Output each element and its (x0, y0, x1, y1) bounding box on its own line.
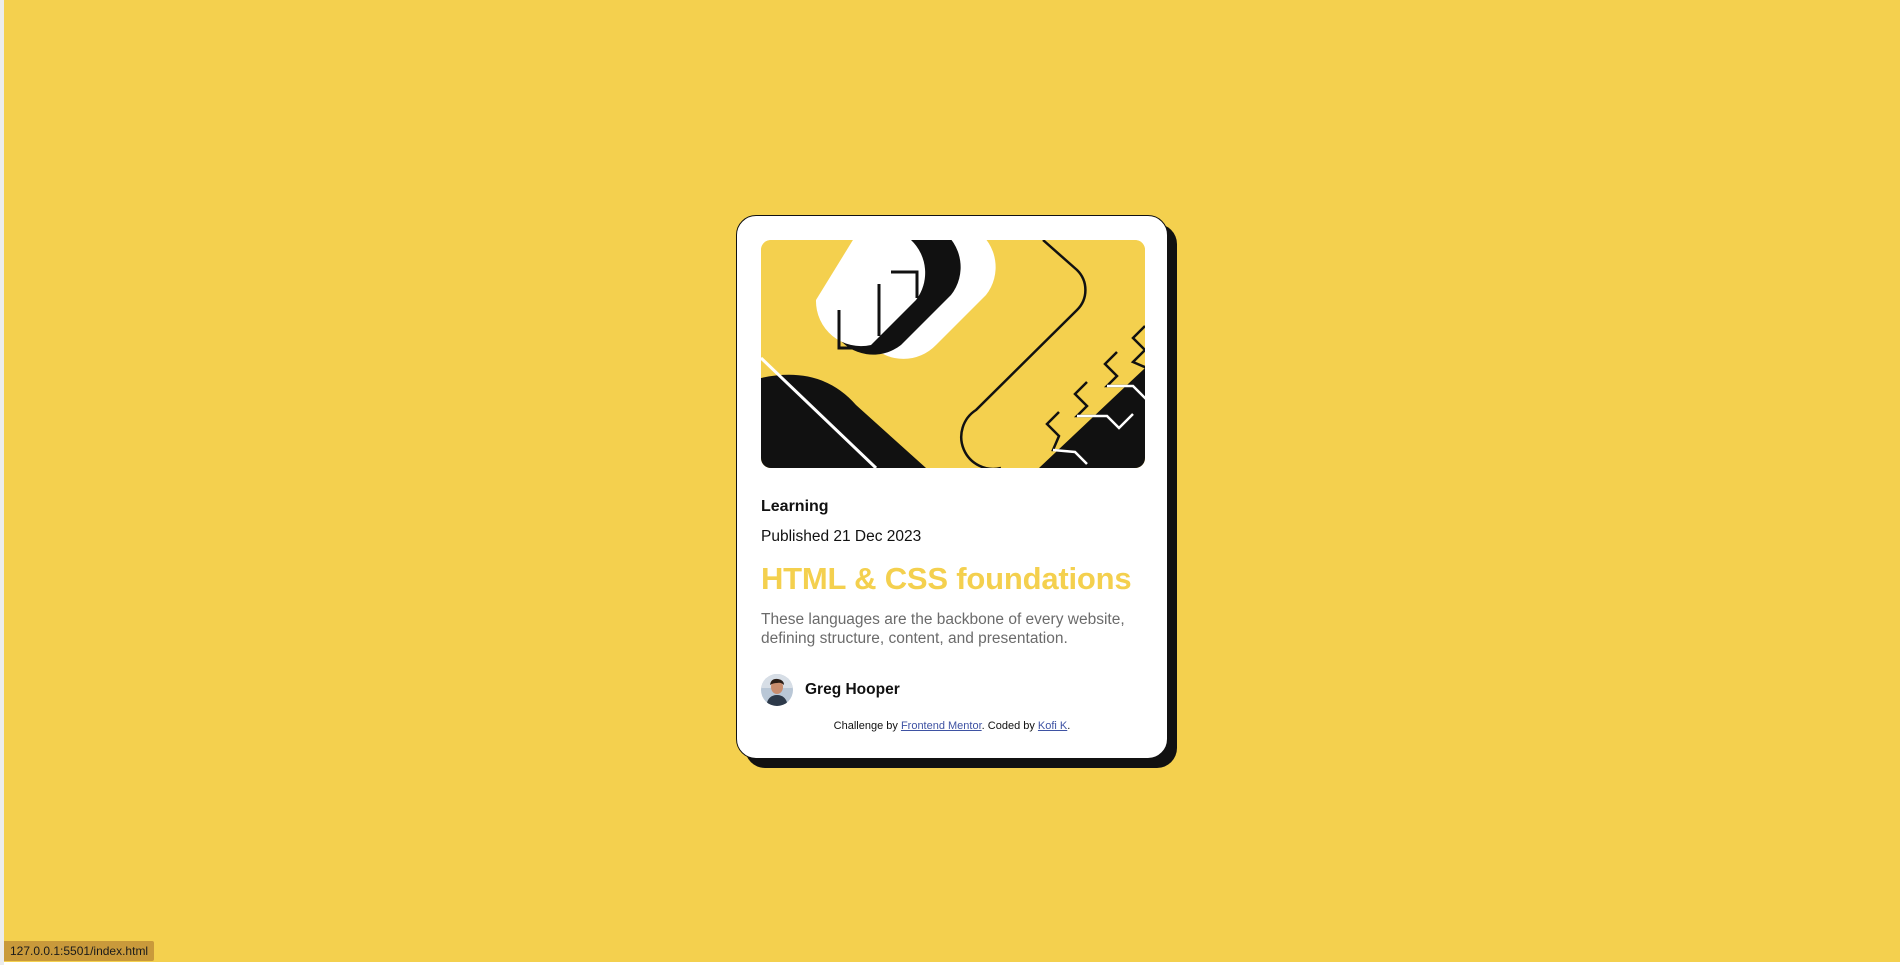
category-label: Learning (761, 498, 829, 515)
frontend-mentor-link[interactable]: Frontend Mentor (901, 720, 982, 732)
publish-date: Published 21 Dec 2023 (761, 528, 922, 545)
card-description: These languages are the backbone of ever… (761, 611, 1125, 647)
attribution: Challenge by Frontend Mentor. Coded by K… (761, 719, 1143, 733)
author-row: Greg Hooper (761, 674, 1143, 706)
blog-preview-card: Learning Published 21 Dec 2023 HTML & CS… (736, 215, 1168, 759)
browser-status-url: 127.0.0.1:5501/index.html (4, 941, 155, 961)
blog-illustration-icon (761, 240, 1145, 468)
author-name: Greg Hooper (805, 681, 900, 698)
card-title[interactable]: HTML & CSS foundations (761, 560, 1143, 598)
author-avatar-icon (761, 674, 793, 706)
attribution-middle: . Coded by (981, 720, 1035, 732)
attribution-prefix: Challenge by (833, 720, 898, 732)
author-link[interactable]: Kofi K (1038, 720, 1067, 732)
attribution-suffix: . (1067, 720, 1071, 732)
